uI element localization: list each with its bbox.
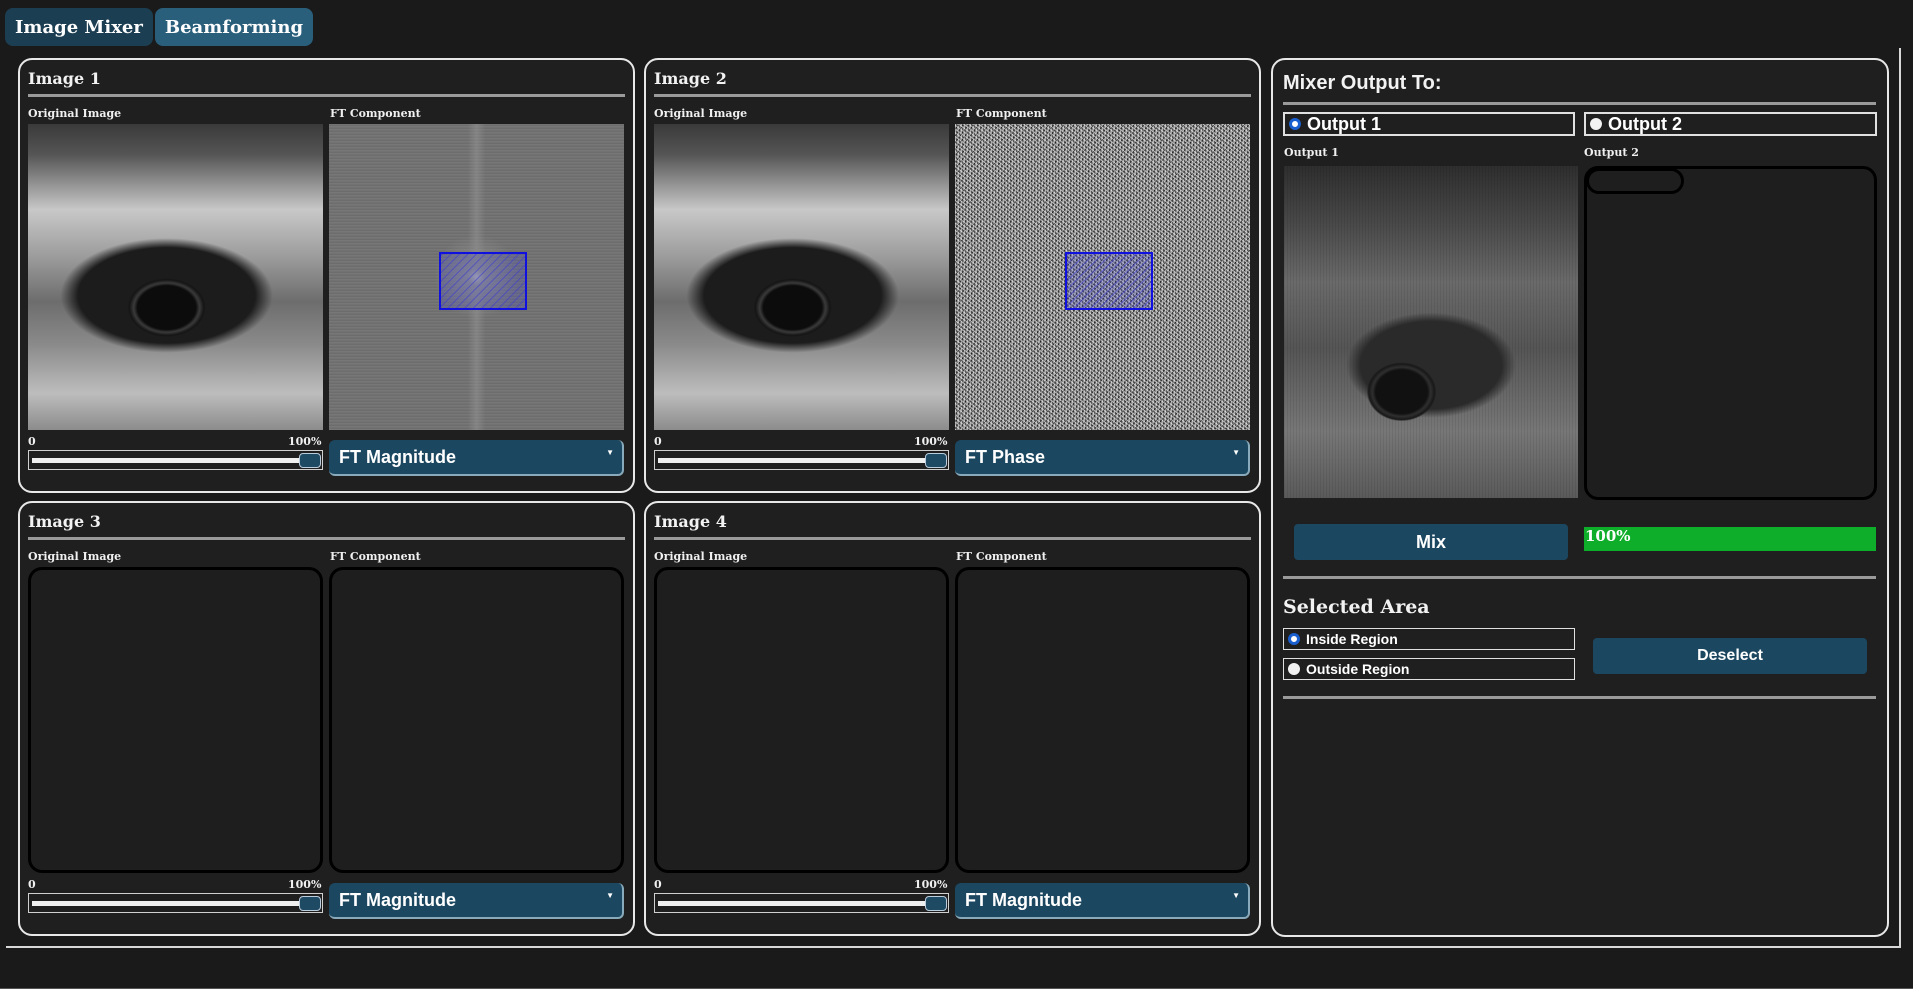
tab-beamforming[interactable]: Beamforming [154,8,314,46]
original-image-label: Original Image [28,550,122,563]
ft-component-label: FT Component [956,550,1047,563]
ft-component-image-4[interactable] [955,567,1250,873]
chevron-down-icon: ▼ [606,891,614,900]
select-value: FT Magnitude [339,446,456,467]
panel-title: Image 3 [28,512,101,531]
ft-component-image-3[interactable] [329,567,624,873]
divider [1283,102,1876,105]
output-1-label: Output 1 [1284,146,1339,159]
progress-text: 100% [1585,527,1631,545]
ft-component-select[interactable]: FT Magnitude ▼ [955,883,1250,919]
original-image-3[interactable] [28,567,323,873]
chevron-down-icon: ▼ [1232,448,1240,457]
selection-rectangle[interactable] [439,252,527,310]
chevron-down-icon: ▼ [606,448,614,457]
slider-thumb[interactable] [925,453,947,468]
selection-rectangle[interactable] [1065,252,1153,310]
mixer-title: Mixer Output To: [1283,72,1442,94]
outside-region-label: Outside Region [1306,661,1410,677]
slider-track [658,458,945,463]
weight-max-label: 100% [288,435,322,448]
image-panel-1: Image 1 Original Image FT Component 0 10… [18,58,635,493]
weight-min-label: 0 [654,878,662,891]
divider [654,94,1251,97]
weight-max-label: 100% [914,878,948,891]
output-1-radio-label: Output 1 [1307,113,1381,134]
original-image-2[interactable] [654,124,949,430]
panel-title: Image 1 [28,69,101,88]
deselect-button[interactable]: Deselect [1593,638,1867,674]
weight-min-label: 0 [28,878,36,891]
slider-track [32,458,319,463]
weight-min-label: 0 [28,435,36,448]
divider [654,537,1251,540]
radio-checked-icon [1289,118,1301,130]
slider-thumb[interactable] [299,896,321,911]
original-image-label: Original Image [654,550,748,563]
slider-thumb[interactable] [299,453,321,468]
divider [28,537,625,540]
slider-thumb[interactable] [925,896,947,911]
ft-component-label: FT Component [330,107,421,120]
chevron-down-icon: ▼ [1232,891,1240,900]
ft-component-image-1[interactable] [329,124,624,430]
panel-title: Image 4 [654,512,727,531]
mix-button[interactable]: Mix [1294,524,1568,560]
image-panel-4: Image 4 Original Image FT Component 0 10… [644,501,1261,936]
ft-component-label: FT Component [330,550,421,563]
original-image-1[interactable] [28,124,323,430]
weight-min-label: 0 [654,435,662,448]
radio-checked-icon [1288,633,1300,645]
panel-title: Image 2 [654,69,727,88]
selected-area-title: Selected Area [1283,596,1430,618]
image-panel-3: Image 3 Original Image FT Component 0 10… [18,501,635,936]
divider [1283,696,1876,699]
weight-slider[interactable] [654,893,949,913]
ft-component-select[interactable]: FT Phase ▼ [955,440,1250,476]
radio-unchecked-icon [1590,118,1602,130]
outside-region-radio[interactable]: Outside Region [1283,658,1575,680]
slider-track [32,901,319,906]
image-panel-2: Image 2 Original Image FT Component 0 10… [644,58,1261,493]
original-image-label: Original Image [28,107,122,120]
select-value: FT Magnitude [965,889,1082,910]
ft-component-select[interactable]: FT Magnitude ▼ [329,440,624,476]
weight-slider[interactable] [28,450,323,470]
output-2-placeholder [1586,168,1684,194]
output-2-image [1584,166,1877,500]
ft-component-select[interactable]: FT Magnitude ▼ [329,883,624,919]
divider [28,94,625,97]
weight-max-label: 100% [914,435,948,448]
output-2-radio[interactable]: Output 2 [1584,112,1877,136]
select-value: FT Phase [965,446,1046,467]
ft-component-image-2[interactable] [955,124,1250,430]
mix-progress-bar: 100% [1584,527,1876,551]
mixer-panel: Mixer Output To: Output 1 Output 2 Outpu… [1271,58,1889,937]
weight-slider[interactable] [654,450,949,470]
slider-track [658,901,945,906]
weight-slider[interactable] [28,893,323,913]
original-image-label: Original Image [654,107,748,120]
tab-image-mixer[interactable]: Image Mixer [5,8,153,46]
output-2-label: Output 2 [1584,146,1639,159]
output-1-radio[interactable]: Output 1 [1283,112,1575,136]
output-2-radio-label: Output 2 [1608,113,1682,134]
weight-max-label: 100% [288,878,322,891]
tab-bar: Image Mixer Beamforming [5,8,314,46]
inside-region-radio[interactable]: Inside Region [1283,628,1575,650]
divider [1283,576,1876,579]
original-image-4[interactable] [654,567,949,873]
ft-component-label: FT Component [956,107,1047,120]
inside-region-label: Inside Region [1306,631,1398,647]
radio-unchecked-icon [1288,663,1300,675]
output-1-image [1284,166,1578,498]
select-value: FT Magnitude [339,889,456,910]
